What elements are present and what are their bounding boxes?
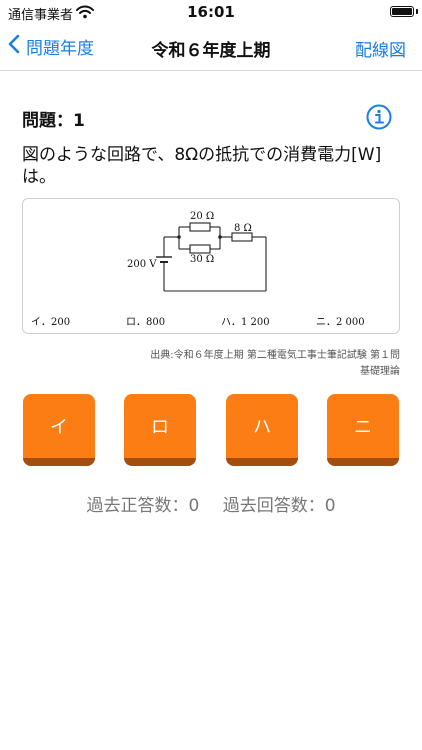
info-icon[interactable] xyxy=(366,104,392,134)
battery-tip xyxy=(416,9,418,14)
answer-button-ha[interactable]: ハ xyxy=(226,394,298,466)
correct-count: 過去正答数：0 xyxy=(86,496,200,516)
answer-button-ni[interactable]: ニ xyxy=(327,394,399,466)
navigation-bar: 問題年度 令和６年度上期 配線図 xyxy=(0,24,422,71)
figure-option-ni: ニ．2 000 xyxy=(316,317,365,328)
attempt-count: 過去回答数：0 xyxy=(222,496,336,516)
source-citation: 出典:令和６年度上期 第二種電気工事士筆記試験 第１問 xyxy=(150,350,400,361)
source-category: 基礎理論 xyxy=(360,366,400,377)
figure-option-i: イ．200 xyxy=(31,317,71,328)
resistor-20-label: 20 Ω xyxy=(190,211,215,222)
clock: 16:01 xyxy=(187,3,235,21)
wiring-diagram-button[interactable]: 配線図 xyxy=(355,36,406,61)
circuit-figure: 20 Ω 30 Ω 8 Ω 200 V イ．200 ロ．800 ハ．1 200 … xyxy=(22,198,400,334)
voltage-label: 200 V xyxy=(127,259,157,270)
figure-option-ha: ハ．1 200 xyxy=(221,317,270,328)
battery-icon xyxy=(390,6,414,17)
question-text: 図のような回路で、8Ωの抵抗での消費電力[W]は。 xyxy=(22,145,382,187)
answer-button-i[interactable]: イ xyxy=(23,394,95,466)
answer-stats: 過去正答数：0 過去回答数：0 xyxy=(0,491,422,516)
figure-option-ro: ロ．800 xyxy=(126,317,166,328)
status-bar: 通信事業者 16:01 xyxy=(0,0,422,24)
answer-button-ro[interactable]: ロ xyxy=(124,394,196,466)
question-number: 問題：1 xyxy=(22,111,85,131)
resistor-30-label: 30 Ω xyxy=(190,254,215,265)
resistor-8-label: 8 Ω xyxy=(234,223,252,234)
